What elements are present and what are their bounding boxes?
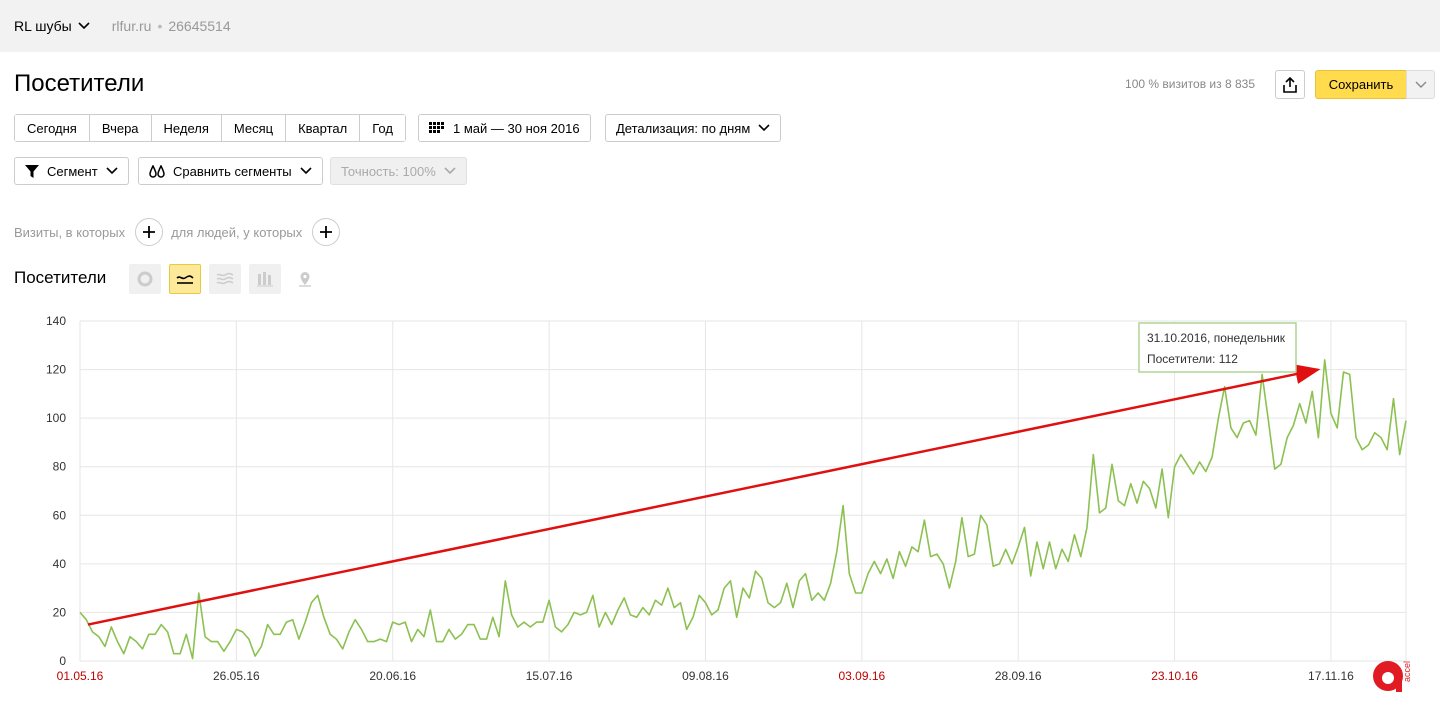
map-pin-icon: [299, 272, 311, 287]
y-tick-label: 140: [46, 314, 66, 328]
save-label: Сохранить: [1328, 77, 1394, 92]
topbar: RL шубы rlfur.ru • 26645514: [0, 0, 1440, 52]
segment-label: Сегмент: [47, 163, 98, 179]
counter-selector[interactable]: RL шубы: [14, 18, 90, 34]
add-visit-condition-button[interactable]: [135, 218, 164, 246]
x-tick-label: 15.07.16: [526, 669, 573, 683]
people-filter-label: для людей, у которых: [171, 224, 303, 240]
y-tick-label: 120: [46, 363, 66, 377]
add-people-condition-button[interactable]: [312, 218, 341, 246]
chart-type-area[interactable]: [209, 264, 241, 294]
x-tick-label: 23.10.16: [1151, 669, 1198, 683]
y-tick-label: 80: [53, 460, 67, 474]
counter-id: 26645514: [168, 18, 231, 34]
period-quarter[interactable]: Квартал: [286, 115, 361, 141]
calendar-icon: [429, 122, 444, 133]
accuracy-select[interactable]: Точность: 100%: [330, 157, 467, 185]
chevron-down-icon: [444, 167, 456, 175]
compare-segments-button[interactable]: Сравнить сегменты: [138, 157, 323, 185]
date-range-label: 1 май — 30 ноя 2016: [453, 120, 580, 136]
y-tick-label: 60: [53, 508, 67, 522]
segment-button[interactable]: Сегмент: [14, 157, 129, 185]
plus-icon: [320, 226, 333, 238]
counter-name: RL шубы: [14, 18, 72, 34]
chevron-down-icon: [1415, 81, 1426, 88]
visits-info: 100 % визитов из 8 835: [1125, 77, 1255, 91]
chart-type-map[interactable]: [289, 264, 321, 294]
visitors-chart: 0 20 40 60 80 100 120 140 01.05.16 26.05.16 20.06.…: [46, 314, 1407, 683]
y-tick-label: 0: [59, 654, 66, 668]
page-title: Посетители: [14, 70, 145, 97]
separator: •: [157, 18, 163, 34]
share-icon: [1283, 76, 1297, 93]
chevron-down-icon: [758, 124, 770, 132]
period-selector: Сегодня Вчера Неделя Месяц Квартал Год: [14, 114, 406, 142]
x-tick-label: 28.09.16: [995, 669, 1042, 683]
x-tick-label: 26.05.16: [213, 669, 260, 683]
filter-icon: [25, 164, 39, 178]
save-button[interactable]: Сохранить: [1315, 70, 1407, 99]
chart-type-line[interactable]: [169, 264, 201, 294]
tooltip-date: 31.10.2016, понедельник: [1147, 331, 1286, 345]
y-tick-label: 40: [53, 557, 67, 571]
chart-type-bar[interactable]: [249, 264, 281, 294]
chevron-down-icon: [78, 22, 90, 30]
visits-filter-label: Визиты, в которых: [14, 224, 126, 240]
trend-arrow: [87, 364, 1321, 626]
chart-type-pie[interactable]: [129, 264, 161, 294]
x-tick-label: 20.06.16: [369, 669, 416, 683]
pie-chart-icon: [137, 271, 153, 287]
accuracy-label: Точность: 100%: [341, 163, 436, 179]
period-yesterday[interactable]: Вчера: [89, 115, 152, 141]
site-domain: rlfur.ru: [111, 18, 152, 34]
x-tick-label: 09.08.16: [682, 669, 729, 683]
series-line: [79, 359, 1407, 660]
x-tick-label: 03.09.16: [838, 669, 885, 683]
detail-label: Детализация: по дням: [616, 120, 751, 136]
filter-row: Визиты, в которых для людей, у которых: [14, 218, 348, 246]
drops-icon: [149, 164, 165, 178]
accel-logo: accel: [1373, 661, 1412, 692]
svg-text:accel: accel: [1402, 661, 1412, 682]
plus-icon: [143, 226, 156, 238]
save-options-button[interactable]: [1406, 70, 1435, 99]
chevron-down-icon: [300, 167, 312, 175]
period-today[interactable]: Сегодня: [15, 115, 90, 141]
period-month[interactable]: Месяц: [221, 115, 287, 141]
x-tick-label: 01.05.16: [57, 669, 104, 683]
line-chart-icon: [176, 275, 194, 284]
chevron-down-icon: [106, 167, 118, 175]
y-tick-label: 20: [53, 605, 67, 619]
detail-select[interactable]: Детализация: по дням: [605, 114, 782, 142]
area-chart-icon: [216, 272, 234, 285]
y-tick-label: 100: [46, 411, 66, 425]
export-button[interactable]: [1275, 70, 1305, 99]
date-range-button[interactable]: 1 май — 30 ноя 2016: [418, 114, 591, 142]
x-tick-label: 17.11.16: [1308, 669, 1354, 683]
period-year[interactable]: Год: [360, 115, 405, 141]
tooltip-value: Посетители: 112: [1147, 352, 1238, 366]
compare-segments-label: Сравнить сегменты: [173, 163, 292, 179]
bar-chart-icon: [257, 272, 273, 287]
chart-title: Посетители: [14, 268, 107, 287]
period-week[interactable]: Неделя: [151, 115, 222, 141]
